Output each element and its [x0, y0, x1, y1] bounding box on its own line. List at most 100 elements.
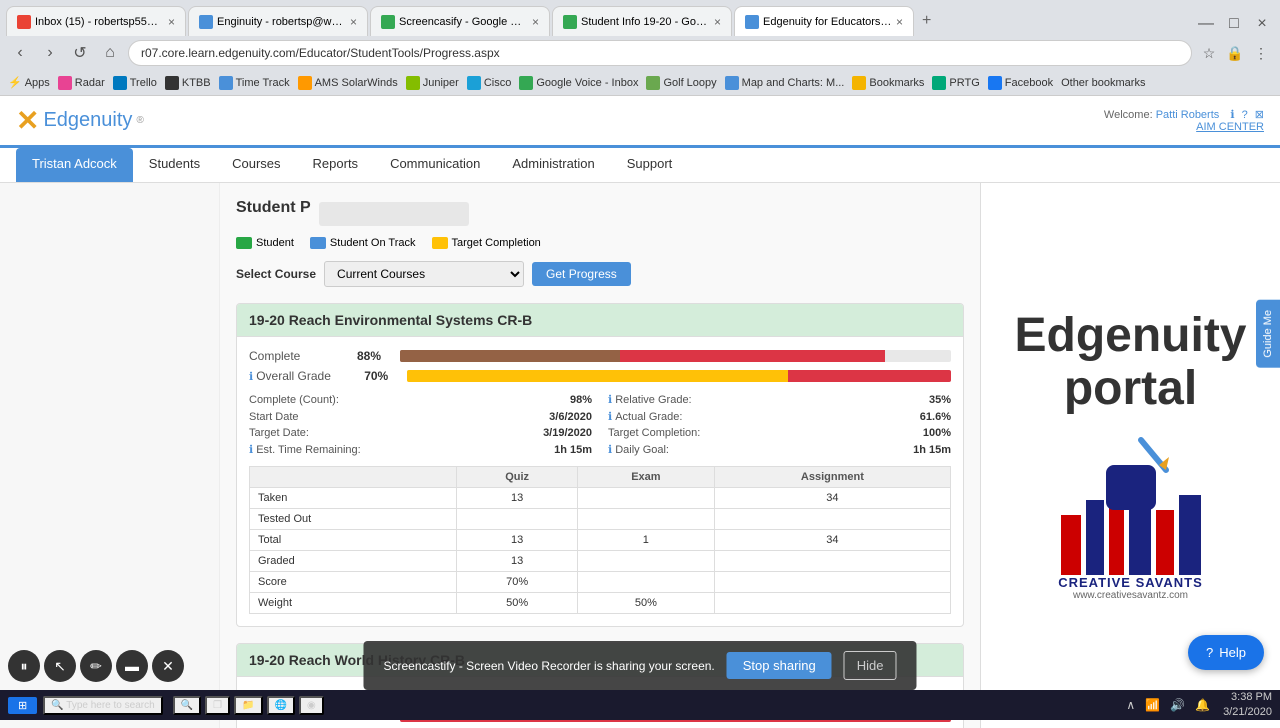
tab-1[interactable]: Inbox (15) - robertsp555@gmai... × — [6, 6, 186, 36]
bookmark-radar[interactable]: Radar — [58, 76, 105, 90]
bookmark-timetrack[interactable]: Time Track — [219, 76, 290, 90]
bookmark-golf-loopy[interactable]: Golf Loopy — [646, 76, 716, 90]
taskbar-cortana[interactable]: 🔍 — [173, 696, 201, 715]
volume-icon[interactable]: 🔊 — [1167, 698, 1188, 712]
bookmark-apps[interactable]: ⚡ Apps — [8, 76, 50, 89]
left-sidebar — [0, 183, 220, 728]
taskbar-task-view[interactable]: ❐ — [205, 696, 230, 715]
start-button[interactable]: ⊞ — [8, 697, 37, 714]
stop-sharing-button[interactable]: Stop sharing — [727, 652, 832, 679]
row-exam-tested-out — [577, 509, 714, 530]
nav-courses[interactable]: Courses — [216, 148, 296, 182]
tab-4[interactable]: Student Info 19-20 - Google She... × — [552, 6, 732, 36]
bookmark-trello[interactable]: Trello — [113, 76, 157, 90]
hide-button[interactable]: Hide — [844, 651, 897, 680]
float-pen-button[interactable]: ✏ — [80, 650, 112, 682]
bookmark-cisco[interactable]: Cisco — [467, 76, 512, 90]
complete-count-label: Complete (Count): — [249, 394, 339, 406]
tab-3[interactable]: Screencasify - Google Drive × — [370, 6, 550, 36]
tab-favicon-1 — [17, 15, 31, 29]
bookmark-ktbb[interactable]: KTBB — [165, 76, 211, 90]
float-pause-button[interactable]: ⏸ — [8, 650, 40, 682]
user-name-link[interactable]: Patti Roberts — [1156, 109, 1220, 121]
row-exam-score — [577, 572, 714, 593]
course-select[interactable]: Current Courses All Courses — [324, 261, 524, 287]
row-quiz-tested-out — [457, 509, 578, 530]
taskbar-file-explorer[interactable]: 📁 — [234, 696, 262, 715]
bookmark-google-voice[interactable]: Google Voice - Inbox — [519, 76, 638, 90]
tab-favicon-2 — [199, 15, 213, 29]
new-tab-button[interactable]: + — [916, 6, 937, 36]
row-assignment-weight — [714, 593, 950, 614]
bookmark-prtg[interactable]: PRTG — [932, 76, 979, 90]
minimize-button[interactable]: — — [1194, 12, 1218, 36]
daily-goal-label: ℹ Daily Goal: — [608, 443, 669, 456]
tab-close-2[interactable]: × — [350, 15, 357, 29]
guide-me-sidebar[interactable]: Guide Me — [1256, 300, 1280, 368]
bookmark-facebook[interactable]: Facebook — [988, 76, 1053, 90]
bookmark-star-icon[interactable]: ☆ — [1198, 42, 1220, 64]
bookmark-bookmarks[interactable]: Bookmarks — [852, 76, 924, 90]
bookmark-map-charts[interactable]: Map and Charts: M... — [725, 76, 845, 90]
close-button[interactable]: × — [1250, 12, 1274, 36]
nav-administration[interactable]: Administration — [496, 148, 610, 182]
table-row: Total 13 1 34 — [250, 530, 951, 551]
taskbar-chrome[interactable]: ◉ — [299, 696, 324, 715]
row-exam-weight: 50% — [577, 593, 714, 614]
bookmark-ams[interactable]: AMS SolarWinds — [298, 76, 398, 90]
nav-student-tab[interactable]: Tristan Adcock — [16, 148, 133, 182]
bookmark-label: Google Voice - Inbox — [536, 77, 638, 89]
home-button[interactable]: ⌂ — [98, 41, 122, 65]
float-eraser-button[interactable]: ▬ — [116, 650, 148, 682]
float-close-button[interactable]: ✕ — [152, 650, 184, 682]
bookmark-juniper[interactable]: Juniper — [406, 76, 459, 90]
extension-icon-1[interactable]: 🔒 — [1224, 42, 1246, 64]
select-course-label: Select Course — [236, 267, 316, 281]
tab-2[interactable]: Enginuity - robertsp@whitehow... × — [188, 6, 368, 36]
table-row: Taken 13 34 — [250, 488, 951, 509]
help-header-icon[interactable]: ? — [1242, 109, 1248, 121]
complete-count-row: Complete (Count): 98% — [249, 393, 592, 406]
address-input[interactable] — [128, 40, 1192, 66]
bookmark-label: PRTG — [949, 77, 979, 89]
maximize-button[interactable]: □ — [1222, 12, 1246, 36]
extension-icon-2[interactable]: ⋮ — [1250, 42, 1272, 64]
back-button[interactable]: ‹ — [8, 41, 32, 65]
tab-close-1[interactable]: × — [168, 15, 175, 29]
notification-icon[interactable]: 🔔 — [1192, 698, 1213, 712]
float-cursor-button[interactable]: ↖ — [44, 650, 76, 682]
bookmark-label: Juniper — [423, 77, 459, 89]
complete-count-value: 98% — [570, 394, 592, 406]
row-quiz-total: 13 — [457, 530, 578, 551]
logout-icon[interactable]: ⊠ — [1255, 109, 1264, 121]
nav-communication[interactable]: Communication — [374, 148, 496, 182]
network-icon[interactable]: 📶 — [1142, 698, 1163, 712]
help-button[interactable]: ? Help — [1188, 635, 1264, 670]
tab-title-2: Enginuity - robertsp@whitehow... — [217, 16, 346, 28]
row-quiz-score: 70% — [457, 572, 578, 593]
tab-5[interactable]: Edgenuity for Educators - Progr... × — [734, 6, 914, 36]
bookmark-other[interactable]: Other bookmarks — [1061, 77, 1145, 89]
forward-button[interactable]: › — [38, 41, 62, 65]
tab-favicon-3 — [381, 15, 395, 29]
tab-close-3[interactable]: × — [532, 15, 539, 29]
tab-close-4[interactable]: × — [714, 15, 721, 29]
system-tray[interactable]: ∧ — [1123, 698, 1138, 712]
branding-text: Edgenuity portal — [1014, 310, 1246, 416]
aim-center-link[interactable]: AIM CENTER — [1196, 121, 1264, 133]
nav-support[interactable]: Support — [611, 148, 689, 182]
nav-students[interactable]: Students — [133, 148, 216, 182]
get-progress-button[interactable]: Get Progress — [532, 262, 631, 286]
taskbar-search[interactable]: 🔍 Type here to search — [43, 696, 162, 715]
blurred-area — [319, 202, 469, 226]
data-table: Quiz Exam Assignment Taken 13 34 — [249, 466, 951, 614]
legend-student-label: Student — [256, 237, 294, 249]
tab-close-5[interactable]: × — [896, 15, 903, 29]
aim-icon[interactable]: ℹ — [1230, 109, 1234, 121]
taskbar-edge[interactable]: 🌐 — [267, 696, 295, 715]
legend-student-color — [236, 237, 252, 249]
relative-grade-row: ℹ Relative Grade: 35% — [608, 393, 951, 406]
nav-reports[interactable]: Reports — [297, 148, 375, 182]
reload-button[interactable]: ↺ — [68, 41, 92, 65]
bookmarks-bar: ⚡ Apps Radar Trello KTBB Time Track AMS … — [0, 70, 1280, 96]
